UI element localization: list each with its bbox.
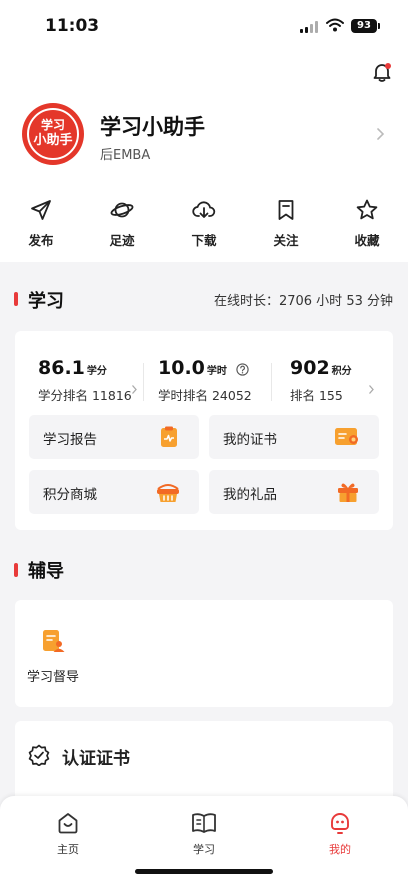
quick-action-label: 关注 [273,233,299,248]
chevron-right-icon [377,128,385,140]
quick-action-favorites[interactable]: 收藏 [337,198,397,249]
home-icon [58,813,78,834]
stat-divider [143,363,144,401]
gift-icon [338,483,358,502]
quick-action-footprint[interactable]: 足迹 [92,198,152,249]
stat-points[interactable]: 902 积分 排名 155 [290,357,352,404]
robot-face-icon [331,813,349,834]
tile-points-mall[interactable]: 积分商城 [29,470,199,514]
stat-credits[interactable]: 86.1 学分 学分排名 11816 [38,357,132,404]
quick-action-label: 下载 [191,233,217,248]
shop-basket-icon [157,484,179,502]
wifi-icon [326,18,344,32]
tutoring-item-study-supervision[interactable]: 学习督导 [25,628,81,685]
tile-label: 学习报告 [43,432,97,448]
profile-row[interactable]: 学习 小助手 学习小助手 后EMBA [22,103,392,173]
quick-action-follow[interactable]: 关注 [256,198,316,249]
stat-value: 10.0 [158,357,205,379]
status-time: 11:03 [45,16,100,36]
avatar-text-line2: 小助手 [33,133,73,148]
chevron-right-icon [369,385,374,394]
battery-indicator: 93 [351,19,380,33]
tab-label: 我的 [329,843,351,856]
tile-my-gifts[interactable]: 我的礼品 [209,470,379,514]
status-bar: 11:03 93 [0,0,408,52]
quick-action-label: 足迹 [109,233,135,248]
section-title-study: 学习 [28,291,64,312]
bookmark-icon [278,200,294,220]
online-duration-value: 2706 小时 53 分钟 [278,294,393,309]
section-title-certification: 认证证书 [62,749,130,769]
stat-value: 902 [290,357,330,379]
quick-action-download[interactable]: 下载 [174,198,234,249]
home-indicator [135,869,273,874]
tutoring-card: 学习督导 [15,600,393,707]
planet-icon [110,202,134,218]
stat-rank: 学分排名 11816 [38,388,132,403]
stat-unit: 学分 [86,366,107,377]
tile-label: 我的证书 [223,432,277,448]
tab-home[interactable]: 主页 [38,811,98,857]
tutoring-item-label: 学习督导 [26,670,79,685]
stat-unit: 学时 [206,366,227,377]
avatar[interactable]: 学习 小助手 [22,103,84,165]
quick-actions: 发布 足迹 下载 关注 收藏 [0,198,408,250]
avatar-text-line1: 学习 [40,118,65,132]
help-question-icon[interactable] [236,363,249,376]
tile-label: 积分商城 [43,487,97,503]
stat-hours[interactable]: 10.0 学时 学时排名 24052 [158,357,252,404]
tile-study-report[interactable]: 学习报告 [29,415,199,459]
tab-mine[interactable]: 我的 [310,811,370,857]
stat-value: 86.1 [38,357,85,379]
online-duration-label: 在线时长： [213,294,279,309]
stat-unit: 积分 [331,366,352,377]
tile-label: 我的礼品 [223,487,277,503]
tile-my-certificates[interactable]: 我的证书 [209,415,379,459]
send-icon [31,200,51,220]
quick-action-label: 发布 [28,233,54,248]
chevron-right-icon [132,385,137,394]
download-icon [192,201,216,218]
open-book-icon [192,813,216,833]
online-duration: 在线时长：2706 小时 53 分钟 [214,290,393,309]
profile-name: 学习小助手 [100,115,205,139]
quick-action-label: 收藏 [354,233,380,248]
star-icon [356,199,378,220]
cellular-signal-icon [300,21,320,33]
section-title-tutoring: 辅导 [28,561,64,582]
certificate-icon [335,428,358,445]
stat-rank: 学时排名 24052 [158,388,252,403]
stat-divider [271,363,272,401]
section-accent-bar [14,292,18,306]
notification-bell-icon[interactable] [371,61,393,83]
profile-subtitle: 后EMBA [100,148,151,163]
report-icon [161,426,177,447]
supervisor-document-icon [43,630,65,652]
section-accent-bar [14,563,18,577]
tab-study[interactable]: 学习 [174,811,234,857]
quick-action-publish[interactable]: 发布 [11,198,71,249]
study-card: 86.1 学分 学分排名 11816 10.0 学时 学时排名 24052 902 积… [15,331,393,530]
certified-badge-icon [28,744,50,766]
stat-rank: 排名 155 [290,388,343,403]
tab-label: 学习 [193,843,215,856]
tab-label: 主页 [57,843,79,856]
